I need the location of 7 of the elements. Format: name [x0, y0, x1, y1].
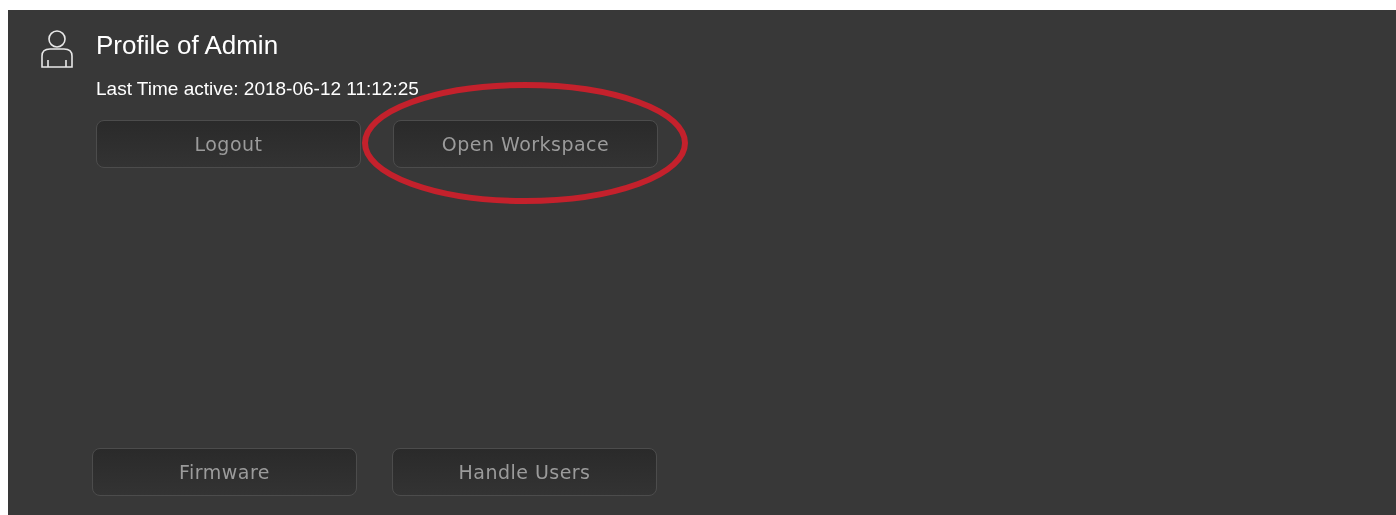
action-button[interactable]: Handle Users [392, 448, 657, 496]
profile-title: Profile of Admin [96, 30, 280, 60]
user-icon [40, 30, 74, 68]
action-button[interactable]: Firmware [92, 448, 357, 496]
action-button[interactable]: Logout [96, 120, 361, 168]
last-active-text: Last Time active: 2018-06-12 11:12:25 [96, 77, 420, 101]
action-button[interactable]: Open Workspace [393, 120, 658, 168]
